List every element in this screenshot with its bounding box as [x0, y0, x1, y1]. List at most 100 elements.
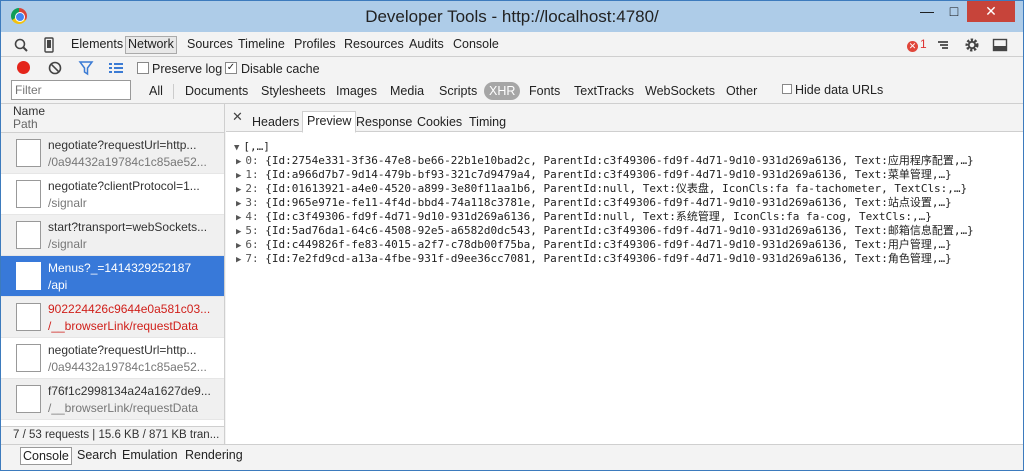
request-summary: 7 / 53 requests | 15.6 KB / 871 KB tran.…	[1, 426, 224, 444]
collapsed-triangle-icon: ▶	[236, 171, 242, 181]
tab-headers[interactable]: Headers	[252, 115, 299, 129]
minimize-button[interactable]: —	[913, 1, 941, 22]
drawer-toggle-icon[interactable]	[935, 37, 951, 53]
request-name: negotiate?clientProtocol=1...	[48, 179, 200, 193]
hide-data-urls-checkbox[interactable]	[782, 84, 792, 94]
tab-audits[interactable]: Audits	[409, 37, 444, 53]
hide-data-urls-label: Hide data URLs	[795, 83, 884, 97]
tab-timeline[interactable]: Timeline	[238, 37, 285, 53]
clear-icon[interactable]	[47, 60, 63, 76]
request-name: negotiate?requestUrl=http...	[48, 343, 197, 357]
document-icon	[16, 344, 41, 372]
filter-toolbar: All Documents Stylesheets Images Media S…	[1, 79, 1023, 104]
filter-type-fonts[interactable]: Fonts	[529, 84, 560, 98]
large-rows-icon[interactable]	[108, 60, 124, 76]
filter-type-texttracks[interactable]: TextTracks	[574, 84, 634, 98]
record-icon[interactable]	[17, 61, 30, 74]
request-row[interactable]: negotiate?requestUrl=http... /0a94432a19…	[1, 338, 224, 379]
drawer-tab-search[interactable]: Search	[77, 447, 117, 465]
settings-gear-icon[interactable]	[964, 37, 980, 53]
tab-response[interactable]: Response	[356, 115, 412, 129]
devtools-window: Developer Tools - http://localhost:4780/…	[0, 0, 1024, 471]
tab-console[interactable]: Console	[453, 37, 499, 53]
window-title: Developer Tools - http://localhost:4780/	[365, 7, 659, 26]
request-detail-pane: ✕ Headers Preview Response Cookies Timin…	[226, 104, 1023, 444]
device-mode-icon[interactable]	[41, 37, 57, 53]
tab-preview[interactable]: Preview	[302, 111, 357, 133]
request-path: /__browserLink/requestData	[48, 401, 199, 415]
close-window-button[interactable]: ✕	[967, 1, 1015, 22]
tab-cookies[interactable]: Cookies	[417, 115, 462, 129]
collapsed-triangle-icon: ▶	[236, 241, 242, 251]
close-detail-icon[interactable]: ✕	[232, 109, 243, 125]
tab-timing[interactable]: Timing	[469, 115, 506, 129]
tab-elements[interactable]: Elements	[71, 37, 123, 53]
title-bar: Developer Tools - http://localhost:4780/…	[1, 1, 1023, 32]
request-list-header[interactable]: Name Path	[1, 104, 224, 133]
drawer-tab-emulation[interactable]: Emulation	[122, 447, 178, 465]
drawer-tab-console[interactable]: Console	[20, 447, 72, 465]
maximize-button[interactable]: □	[941, 1, 967, 22]
request-name: f76f1c2998134a24a1627de9...	[48, 384, 211, 398]
tab-profiles[interactable]: Profiles	[294, 37, 336, 53]
request-name: 902224426c9644e0a581c03...	[48, 302, 211, 316]
request-list: Name Path negotiate?requestUrl=http... /…	[1, 104, 225, 444]
disable-cache-label: Disable cache	[241, 62, 320, 76]
dock-side-icon[interactable]	[992, 37, 1008, 53]
request-row[interactable]: start?transport=webSockets... /signalr	[1, 215, 224, 256]
filter-type-media[interactable]: Media	[390, 84, 424, 98]
error-icon: ✕	[907, 41, 918, 52]
filter-type-stylesheets[interactable]: Stylesheets	[261, 84, 326, 98]
json-item-node[interactable]: ▶ 4: {Id:c3f49306-fd9f-4d71-9d10-931d269a…	[236, 210, 932, 224]
request-name: negotiate?requestUrl=http...	[48, 138, 197, 152]
request-name: start?transport=webSockets...	[48, 220, 208, 234]
filter-type-scripts[interactable]: Scripts	[439, 84, 477, 98]
drawer-tab-rendering[interactable]: Rendering	[185, 447, 243, 465]
json-item-node[interactable]: ▶ 7: {Id:7e2fd9cd-a13a-4fbe-931f-d9ee36cc…	[236, 252, 952, 266]
preserve-log-label: Preserve log	[152, 62, 223, 76]
filter-funnel-icon[interactable]	[78, 60, 94, 76]
collapsed-triangle-icon: ▶	[236, 227, 242, 237]
request-row-failed[interactable]: 902224426c9644e0a581c03... /__browserLin…	[1, 297, 224, 338]
json-item-node[interactable]: ▶ 6: {Id:c449826f-fe83-4015-a2f7-c78db00f…	[236, 238, 952, 252]
document-icon	[16, 139, 41, 167]
request-path: /signalr	[48, 196, 87, 210]
preserve-log-checkbox[interactable]	[137, 62, 149, 74]
detail-tab-bar: ✕ Headers Preview Response Cookies Timin…	[226, 104, 1023, 133]
tab-network[interactable]: Network	[125, 36, 177, 54]
filter-type-other[interactable]: Other	[726, 84, 757, 98]
filter-type-all[interactable]: All	[149, 84, 163, 98]
error-counter[interactable]: ✕ 1	[907, 37, 927, 52]
request-row[interactable]: f76f1c2998134a24a1627de9... /__browserLi…	[1, 379, 224, 420]
tab-sources[interactable]: Sources	[187, 37, 233, 53]
request-path: /__browserLink/requestData	[48, 319, 199, 333]
json-item-node[interactable]: ▶ 2: {Id:01613921-a4e0-4520-a899-3e80f11a…	[236, 182, 967, 196]
filter-type-documents[interactable]: Documents	[185, 84, 248, 98]
path-column-header: Path	[13, 117, 38, 131]
collapsed-triangle-icon: ▶	[236, 199, 242, 209]
network-options-toolbar: Preserve log ✓ Disable cache	[1, 57, 1023, 79]
request-row[interactable]: negotiate?requestUrl=http... /0a94432a19…	[1, 133, 224, 174]
panel-toolbar: Elements Network Sources Timeline Profil…	[1, 32, 1023, 57]
request-row[interactable]: negotiate?clientProtocol=1... /signalr	[1, 174, 224, 215]
collapsed-triangle-icon: ▶	[236, 185, 242, 195]
expanded-triangle-icon: ▼	[234, 143, 240, 153]
json-item-node[interactable]: ▶ 0: {Id:2754e331-3f36-47e8-be66-22b1e10b…	[236, 154, 974, 168]
json-item-node[interactable]: ▶ 1: {Id:a966d7b7-9d14-479b-bf93-321c7d94…	[236, 168, 952, 182]
request-path: /0a94432a19784c1c85ae52...	[48, 155, 207, 169]
request-row-selected[interactable]: Menus?_=1414329252187 /api	[1, 256, 224, 297]
filter-type-images[interactable]: Images	[336, 84, 377, 98]
filter-type-websockets[interactable]: WebSockets	[645, 84, 715, 98]
disable-cache-checkbox[interactable]: ✓	[225, 62, 237, 74]
document-icon	[16, 180, 41, 208]
json-item-node[interactable]: ▶ 5: {Id:5ad76da1-64c6-4508-92e5-a6582d0d…	[236, 224, 974, 238]
tab-resources[interactable]: Resources	[344, 37, 404, 53]
document-icon	[16, 221, 41, 249]
request-path: /api	[48, 278, 68, 292]
json-root-node[interactable]: ▼ [,…]	[234, 140, 270, 154]
filter-type-xhr[interactable]: XHR	[484, 82, 521, 100]
filter-input[interactable]	[11, 80, 131, 100]
json-item-node[interactable]: ▶ 3: {Id:965e971e-fe11-4f4d-bbd4-74a118c3…	[236, 196, 952, 210]
filter-separator	[173, 84, 174, 99]
inspect-icon[interactable]	[13, 37, 29, 53]
